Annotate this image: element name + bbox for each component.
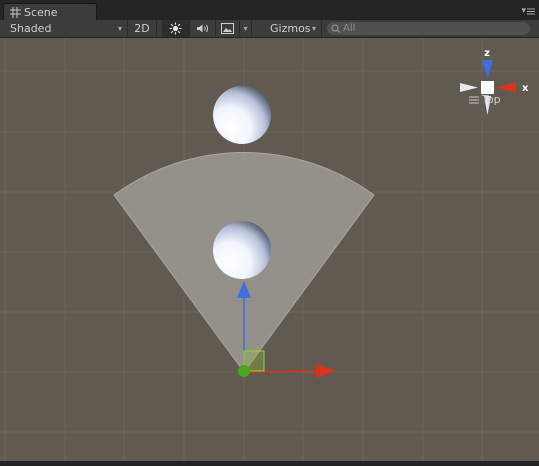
effects-dropdown-button[interactable]: ▾ bbox=[240, 20, 252, 37]
scene-toolbar: Shaded ▾ 2D ▾ Gizmos ▾ bbox=[0, 20, 539, 38]
gizmos-label: Gizmos bbox=[270, 22, 311, 35]
tab-bar: Scene ▾ bbox=[0, 0, 539, 21]
hamburger-icon bbox=[527, 8, 535, 14]
2d-label: 2D bbox=[134, 22, 150, 35]
gizmo-neg-x-cone[interactable] bbox=[460, 83, 478, 92]
sun-icon bbox=[169, 22, 182, 35]
image-icon bbox=[221, 23, 234, 34]
pivot-handle[interactable] bbox=[238, 365, 250, 377]
gizmo-x-label: x bbox=[522, 83, 529, 94]
sphere-middle[interactable] bbox=[213, 221, 271, 279]
draw-mode-dropdown[interactable]: Shaded ▾ bbox=[0, 20, 128, 37]
chevron-down-icon: ▾ bbox=[243, 24, 248, 33]
dropdown-arrow-icon: ▾ bbox=[117, 24, 122, 33]
effects-toggle-button[interactable] bbox=[216, 20, 240, 37]
speaker-icon bbox=[196, 24, 208, 33]
search-input[interactable] bbox=[341, 23, 523, 34]
search-field[interactable] bbox=[327, 22, 530, 35]
orientation-gizmo[interactable] bbox=[460, 60, 516, 115]
search-icon bbox=[331, 24, 341, 33]
x-axis-arrow[interactable] bbox=[316, 364, 336, 378]
gizmos-dropdown[interactable]: Gizmos ▾ bbox=[262, 20, 322, 37]
audio-toggle-button[interactable] bbox=[190, 20, 216, 37]
chevron-down-icon: ▾ bbox=[521, 6, 526, 16]
hamburger-icon bbox=[469, 96, 479, 103]
bottom-border bbox=[0, 461, 539, 466]
view-mode-label[interactable]: Top bbox=[469, 93, 501, 106]
gizmo-z-label: z bbox=[484, 48, 490, 59]
tab-label: Scene bbox=[24, 5, 58, 19]
scene-viewport[interactable]: z x bbox=[0, 38, 539, 461]
lighting-toggle-button[interactable] bbox=[162, 20, 190, 37]
sphere-top[interactable] bbox=[213, 86, 271, 144]
draw-mode-label: Shaded bbox=[10, 22, 52, 35]
gizmo-z-cone[interactable] bbox=[482, 60, 493, 79]
scene-grid-icon bbox=[10, 6, 21, 18]
tab-scene[interactable]: Scene bbox=[3, 3, 97, 20]
dropdown-arrow-icon: ▾ bbox=[311, 24, 316, 33]
gizmo-x-cone[interactable] bbox=[496, 82, 516, 93]
view-label-text: Top bbox=[482, 93, 501, 106]
tab-menu-button[interactable]: ▾ bbox=[521, 6, 535, 16]
2d-toggle-button[interactable]: 2D bbox=[128, 20, 157, 37]
